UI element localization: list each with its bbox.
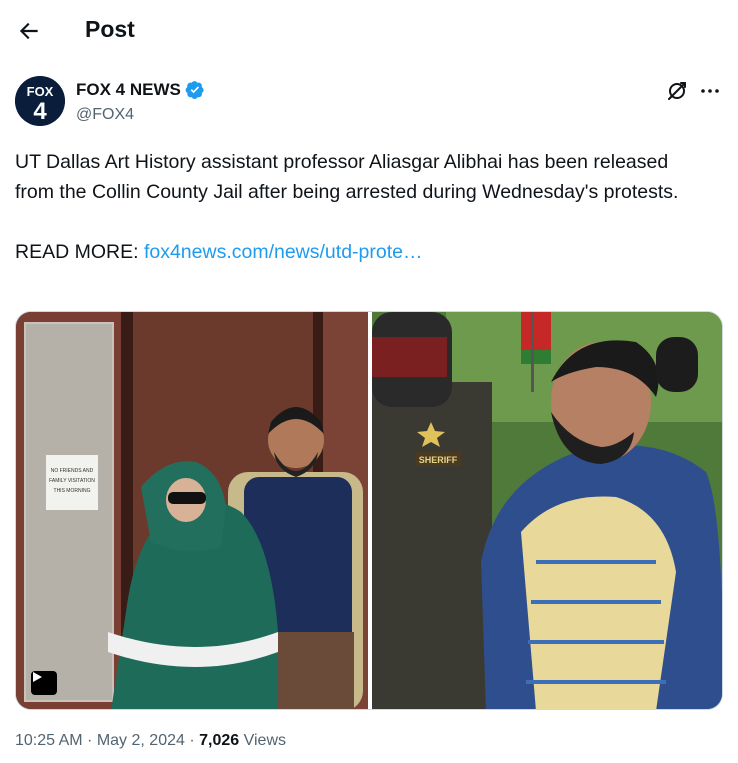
author-name-text: FOX 4 NEWS [76,80,181,99]
article-link[interactable]: fox4news.com/news/utd-prote… [144,241,423,263]
fox4-logo-icon: FOX 4 [15,76,65,126]
sign-line-1: NO FRIENDS AND [51,468,94,474]
post-meta: 10:25 AM · May 2, 2024 · 7,026 Views [15,732,286,750]
more-options-button[interactable] [698,79,722,103]
sheriff-badge-text: SHERIFF [419,455,458,465]
meta-separator-2: · [184,732,200,749]
author-name[interactable]: FOX 4 NEWS [76,80,205,100]
avatar-text-4: 4 [33,98,47,125]
read-more-label: READ MORE: [15,241,144,263]
grok-icon [668,82,686,100]
tweet-body: UT Dallas Art History assistant professo… [15,151,679,203]
author-handle[interactable]: @FOX4 [76,106,134,124]
post-header: Post [0,0,738,62]
video-thumbnail: NO FRIENDS AND FAMILY VISITATION THIS MO… [16,312,722,709]
page-title: Post [85,16,135,42]
more-dots-icon [701,89,719,93]
avatar-text-fox: FOX [27,84,54,99]
views-label: Views [239,732,286,749]
door-sign: NO FRIENDS AND FAMILY VISITATION THIS MO… [46,455,98,510]
play-icon [33,672,42,682]
grok-button[interactable] [666,80,688,102]
avatar[interactable]: FOX 4 [15,76,65,126]
post-time[interactable]: 10:25 AM [15,732,83,749]
tweet-text: UT Dallas Art History assistant professo… [15,147,705,267]
arrow-left-icon [19,22,38,40]
meta-separator-1: · [82,732,97,749]
back-button[interactable] [16,18,42,44]
views-count: 7,026 [199,732,240,749]
post-date[interactable]: May 2, 2024 [97,732,185,749]
sign-line-3: THIS MORNING [54,488,91,494]
video-media[interactable]: NO FRIENDS AND FAMILY VISITATION THIS MO… [15,311,723,710]
sign-line-2: FAMILY VISITATION [49,478,95,484]
read-more-line: READ MORE: fox4news.com/news/utd-prote… [15,237,705,267]
verified-badge-icon [185,81,204,99]
play-button[interactable] [31,671,57,695]
